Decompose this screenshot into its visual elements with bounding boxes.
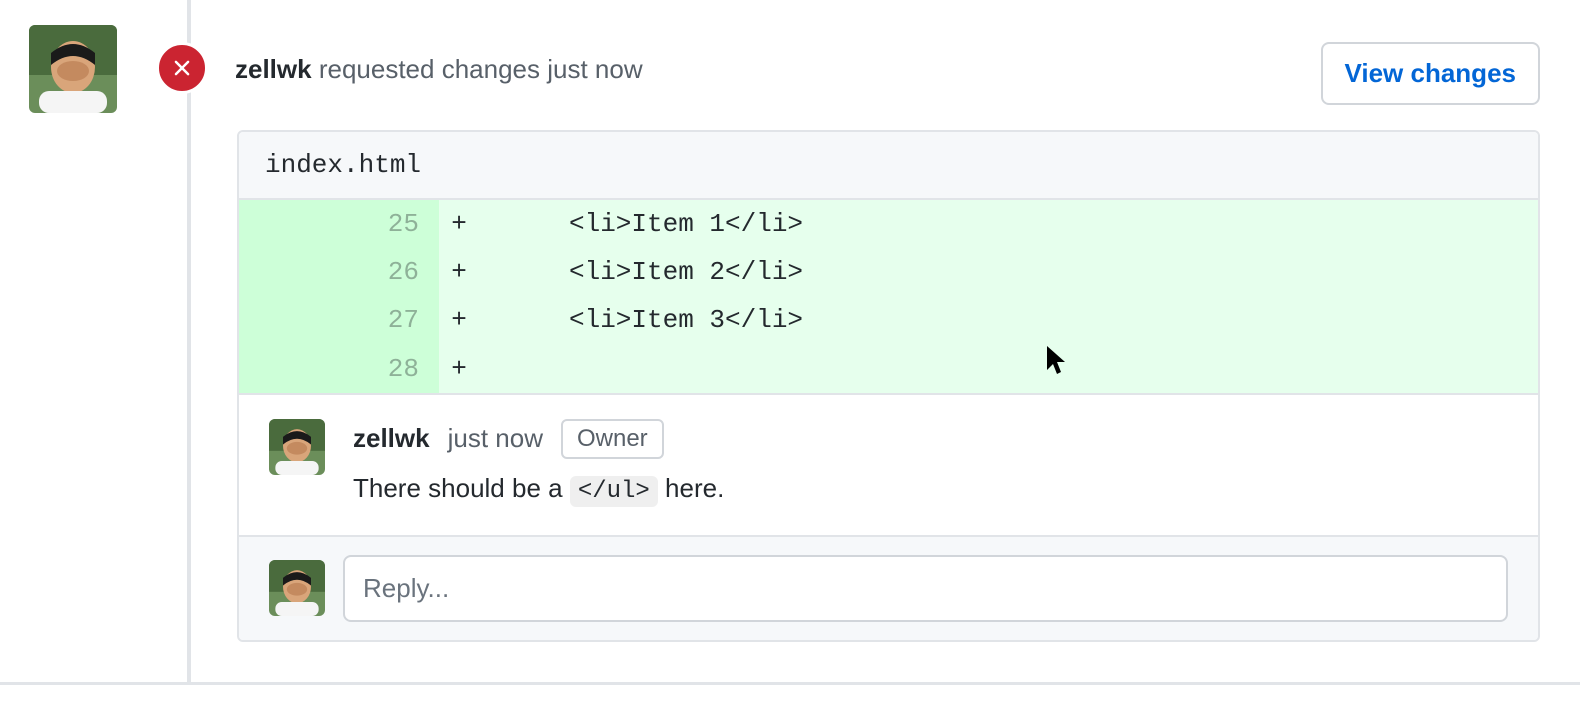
line-number-new: 25 — [339, 200, 439, 248]
diff-line[interactable]: 27+<li>Item 3</li> — [239, 296, 1538, 344]
section-divider — [0, 682, 1580, 685]
diff-marker: + — [439, 248, 479, 296]
diff-code — [479, 345, 1538, 393]
avatar-image — [269, 560, 325, 616]
diff-code: <li>Item 1</li> — [479, 200, 1538, 248]
x-icon — [169, 55, 195, 81]
owner-badge: Owner — [561, 419, 664, 459]
diff-marker: + — [439, 200, 479, 248]
line-number-old — [239, 345, 339, 393]
diff-line[interactable]: 26+<li>Item 2</li> — [239, 248, 1538, 296]
comment-text-before: There should be a — [353, 473, 570, 503]
comment-meta: zellwk just now Owner — [353, 419, 1508, 459]
review-header: zellwk requested changes just now — [235, 54, 643, 85]
file-header[interactable]: index.html — [239, 132, 1538, 200]
review-comment-box: index.html 25+<li>Item 1</li>26+<li>Item… — [237, 130, 1540, 642]
comment-inline-code: </ul> — [570, 476, 658, 507]
diff-code: <li>Item 2</li> — [479, 248, 1538, 296]
view-changes-button[interactable]: View changes — [1321, 42, 1541, 105]
line-number-new: 28 — [339, 345, 439, 393]
diff-code: <li>Item 3</li> — [479, 296, 1538, 344]
review-comment: zellwk just now Owner There should be a … — [239, 393, 1538, 535]
line-number-old — [239, 200, 339, 248]
review-action: requested changes — [319, 54, 540, 84]
comment-author[interactable]: zellwk — [353, 423, 430, 454]
comment-text-after: here. — [658, 473, 725, 503]
diff-marker: + — [439, 296, 479, 344]
comment-time[interactable]: just now — [448, 423, 543, 454]
comment-text: There should be a </ul> here. — [353, 473, 1508, 505]
diff-line[interactable]: 25+<li>Item 1</li> — [239, 200, 1538, 248]
line-number-new: 27 — [339, 296, 439, 344]
avatar-image — [269, 419, 325, 475]
comment-avatar[interactable] — [269, 419, 325, 475]
line-number-new: 26 — [339, 248, 439, 296]
line-number-old — [239, 248, 339, 296]
timeline-line — [187, 0, 191, 685]
line-number-old — [239, 296, 339, 344]
reply-input[interactable] — [343, 555, 1508, 622]
diff-marker: + — [439, 345, 479, 393]
changes-requested-icon — [156, 42, 208, 94]
reply-avatar[interactable] — [269, 560, 325, 616]
reviewer-avatar[interactable] — [29, 25, 117, 113]
avatar-image — [29, 25, 117, 113]
diff-line[interactable]: 28+ — [239, 345, 1538, 393]
diff-table: 25+<li>Item 1</li>26+<li>Item 2</li>27+<… — [239, 200, 1538, 393]
review-time[interactable]: just now — [547, 54, 642, 84]
reply-row — [239, 535, 1538, 640]
review-author[interactable]: zellwk — [235, 54, 312, 84]
file-name: index.html — [265, 150, 421, 180]
